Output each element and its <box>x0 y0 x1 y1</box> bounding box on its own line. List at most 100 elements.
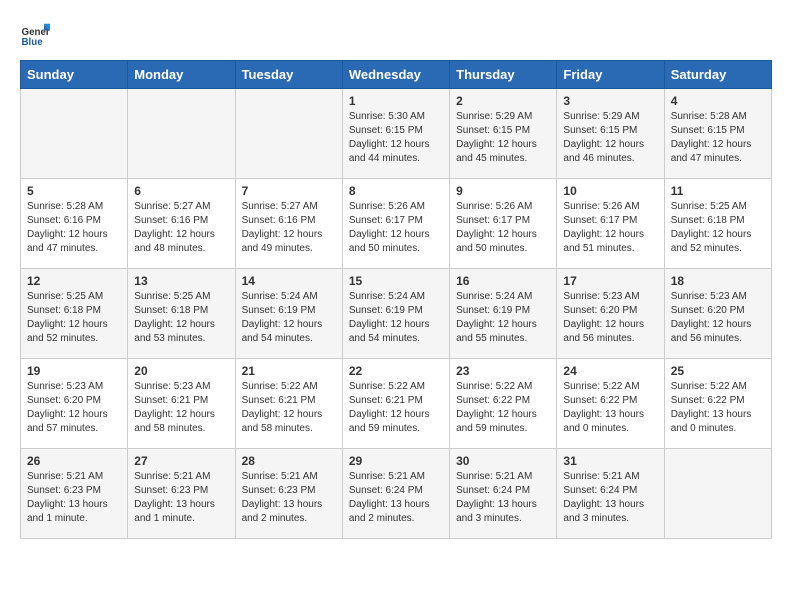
day-info: Sunrise: 5:23 AM Sunset: 6:20 PM Dayligh… <box>671 290 765 346</box>
svg-text:Blue: Blue <box>22 37 44 48</box>
day-number: 3 <box>563 94 657 108</box>
day-info: Sunrise: 5:24 AM Sunset: 6:19 PM Dayligh… <box>456 290 550 346</box>
day-number: 4 <box>671 94 765 108</box>
day-number: 30 <box>456 454 550 468</box>
calendar-cell: 31 Sunrise: 5:21 AM Sunset: 6:24 PM Dayli… <box>557 449 664 539</box>
day-info: Sunrise: 5:24 AM Sunset: 6:19 PM Dayligh… <box>349 290 443 346</box>
calendar-cell: 20Sunrise: 5:23 AM Sunset: 6:21 PM Dayli… <box>128 359 235 449</box>
day-info: Sunrise: 5:25 AM Sunset: 6:18 PM Dayligh… <box>27 290 121 346</box>
day-number: 15 <box>349 274 443 288</box>
calendar-week-row: 19 Sunrise: 5:23 AM Sunset: 6:20 PM Dayli… <box>21 359 772 449</box>
calendar-cell: 18 Sunrise: 5:23 AM Sunset: 6:20 PM Dayli… <box>664 269 771 359</box>
day-info: Sunrise: 5:24 AM Sunset: 6:19 PM Dayligh… <box>242 290 336 346</box>
calendar-cell: 12 Sunrise: 5:25 AM Sunset: 6:18 PM Dayli… <box>21 269 128 359</box>
calendar-cell <box>664 449 771 539</box>
calendar-cell: 2Sunrise: 5:29 AM Sunset: 6:15 PM Daylig… <box>450 89 557 179</box>
day-info: Sunrise: 5:26 AM Sunset: 6:17 PM Dayligh… <box>456 200 550 256</box>
calendar-cell: 1 Sunrise: 5:30 AM Sunset: 6:15 PM Daylig… <box>342 89 449 179</box>
calendar-cell: 30 Sunrise: 5:21 AM Sunset: 6:24 PM Dayli… <box>450 449 557 539</box>
day-of-week-header: Sunday <box>21 61 128 89</box>
calendar-cell: 25 Sunrise: 5:22 AM Sunset: 6:22 PM Dayli… <box>664 359 771 449</box>
calendar-cell: 3 Sunrise: 5:29 AM Sunset: 6:15 PM Daylig… <box>557 89 664 179</box>
day-info: Sunrise: 5:28 AM Sunset: 6:15 PM Dayligh… <box>671 110 765 166</box>
day-number: 27 <box>134 454 228 468</box>
calendar-cell: 11 Sunrise: 5:25 AM Sunset: 6:18 PM Dayli… <box>664 179 771 269</box>
day-number: 14 <box>242 274 336 288</box>
calendar-week-row: 12 Sunrise: 5:25 AM Sunset: 6:18 PM Dayli… <box>21 269 772 359</box>
calendar-cell: 26Sunrise: 5:21 AM Sunset: 6:23 PM Dayli… <box>21 449 128 539</box>
day-info: Sunrise: 5:27 AM Sunset: 6:16 PM Dayligh… <box>242 200 336 256</box>
day-info: Sunrise: 5:22 AM Sunset: 6:21 PM Dayligh… <box>349 380 443 436</box>
day-number: 29 <box>349 454 443 468</box>
day-info: Sunrise: 5:22 AM Sunset: 6:22 PM Dayligh… <box>671 380 765 436</box>
page-header: General Blue <box>20 20 772 50</box>
calendar-cell: 13 Sunrise: 5:25 AM Sunset: 6:18 PM Dayli… <box>128 269 235 359</box>
day-of-week-header: Saturday <box>664 61 771 89</box>
day-number: 23 <box>456 364 550 378</box>
day-number: 12 <box>27 274 121 288</box>
calendar-cell: 21 Sunrise: 5:22 AM Sunset: 6:21 PM Dayli… <box>235 359 342 449</box>
calendar-cell: 22 Sunrise: 5:22 AM Sunset: 6:21 PM Dayli… <box>342 359 449 449</box>
calendar-cell: 16 Sunrise: 5:24 AM Sunset: 6:19 PM Dayli… <box>450 269 557 359</box>
day-number: 13 <box>134 274 228 288</box>
calendar-cell: 24Sunrise: 5:22 AM Sunset: 6:22 PM Dayli… <box>557 359 664 449</box>
day-info: Sunrise: 5:21 AM Sunset: 6:23 PM Dayligh… <box>134 470 228 526</box>
calendar-cell: 7 Sunrise: 5:27 AM Sunset: 6:16 PM Daylig… <box>235 179 342 269</box>
calendar-cell: 4 Sunrise: 5:28 AM Sunset: 6:15 PM Daylig… <box>664 89 771 179</box>
day-number: 28 <box>242 454 336 468</box>
calendar-week-row: 1 Sunrise: 5:30 AM Sunset: 6:15 PM Daylig… <box>21 89 772 179</box>
calendar-cell: 28Sunrise: 5:21 AM Sunset: 6:23 PM Dayli… <box>235 449 342 539</box>
day-info: Sunrise: 5:29 AM Sunset: 6:15 PM Dayligh… <box>563 110 657 166</box>
day-number: 20 <box>134 364 228 378</box>
calendar-cell: 15 Sunrise: 5:24 AM Sunset: 6:19 PM Dayli… <box>342 269 449 359</box>
day-info: Sunrise: 5:30 AM Sunset: 6:15 PM Dayligh… <box>349 110 443 166</box>
day-info: Sunrise: 5:21 AM Sunset: 6:23 PM Dayligh… <box>27 470 121 526</box>
day-info: Sunrise: 5:21 AM Sunset: 6:24 PM Dayligh… <box>349 470 443 526</box>
day-number: 6 <box>134 184 228 198</box>
day-number: 19 <box>27 364 121 378</box>
calendar-cell: 23 Sunrise: 5:22 AM Sunset: 6:22 PM Dayli… <box>450 359 557 449</box>
calendar-cell: 10Sunrise: 5:26 AM Sunset: 6:17 PM Dayli… <box>557 179 664 269</box>
day-of-week-header: Thursday <box>450 61 557 89</box>
day-info: Sunrise: 5:23 AM Sunset: 6:20 PM Dayligh… <box>27 380 121 436</box>
day-info: Sunrise: 5:22 AM Sunset: 6:22 PM Dayligh… <box>563 380 657 436</box>
day-info: Sunrise: 5:26 AM Sunset: 6:17 PM Dayligh… <box>563 200 657 256</box>
day-of-week-header: Monday <box>128 61 235 89</box>
day-number: 31 <box>563 454 657 468</box>
day-info: Sunrise: 5:21 AM Sunset: 6:24 PM Dayligh… <box>456 470 550 526</box>
calendar-header-row: SundayMondayTuesdayWednesdayThursdayFrid… <box>21 61 772 89</box>
calendar-table: SundayMondayTuesdayWednesdayThursdayFrid… <box>20 60 772 539</box>
day-info: Sunrise: 5:22 AM Sunset: 6:22 PM Dayligh… <box>456 380 550 436</box>
day-number: 8 <box>349 184 443 198</box>
day-number: 16 <box>456 274 550 288</box>
calendar-cell: 8 Sunrise: 5:26 AM Sunset: 6:17 PM Daylig… <box>342 179 449 269</box>
calendar-cell: 5Sunrise: 5:28 AM Sunset: 6:16 PM Daylig… <box>21 179 128 269</box>
day-of-week-header: Friday <box>557 61 664 89</box>
logo-icon: General Blue <box>20 20 50 50</box>
calendar-week-row: 26Sunrise: 5:21 AM Sunset: 6:23 PM Dayli… <box>21 449 772 539</box>
day-of-week-header: Tuesday <box>235 61 342 89</box>
day-info: Sunrise: 5:25 AM Sunset: 6:18 PM Dayligh… <box>671 200 765 256</box>
calendar-cell <box>128 89 235 179</box>
day-number: 7 <box>242 184 336 198</box>
calendar-week-row: 5Sunrise: 5:28 AM Sunset: 6:16 PM Daylig… <box>21 179 772 269</box>
day-info: Sunrise: 5:21 AM Sunset: 6:24 PM Dayligh… <box>563 470 657 526</box>
day-info: Sunrise: 5:22 AM Sunset: 6:21 PM Dayligh… <box>242 380 336 436</box>
day-number: 25 <box>671 364 765 378</box>
day-number: 1 <box>349 94 443 108</box>
day-info: Sunrise: 5:25 AM Sunset: 6:18 PM Dayligh… <box>134 290 228 346</box>
calendar-cell: 14 Sunrise: 5:24 AM Sunset: 6:19 PM Dayli… <box>235 269 342 359</box>
day-number: 18 <box>671 274 765 288</box>
day-number: 22 <box>349 364 443 378</box>
day-number: 2 <box>456 94 550 108</box>
day-number: 9 <box>456 184 550 198</box>
calendar-cell: 19 Sunrise: 5:23 AM Sunset: 6:20 PM Dayli… <box>21 359 128 449</box>
day-number: 21 <box>242 364 336 378</box>
day-info: Sunrise: 5:27 AM Sunset: 6:16 PM Dayligh… <box>134 200 228 256</box>
day-number: 11 <box>671 184 765 198</box>
day-info: Sunrise: 5:26 AM Sunset: 6:17 PM Dayligh… <box>349 200 443 256</box>
calendar-cell <box>21 89 128 179</box>
calendar-cell: 27 Sunrise: 5:21 AM Sunset: 6:23 PM Dayli… <box>128 449 235 539</box>
day-number: 17 <box>563 274 657 288</box>
day-info: Sunrise: 5:23 AM Sunset: 6:20 PM Dayligh… <box>563 290 657 346</box>
